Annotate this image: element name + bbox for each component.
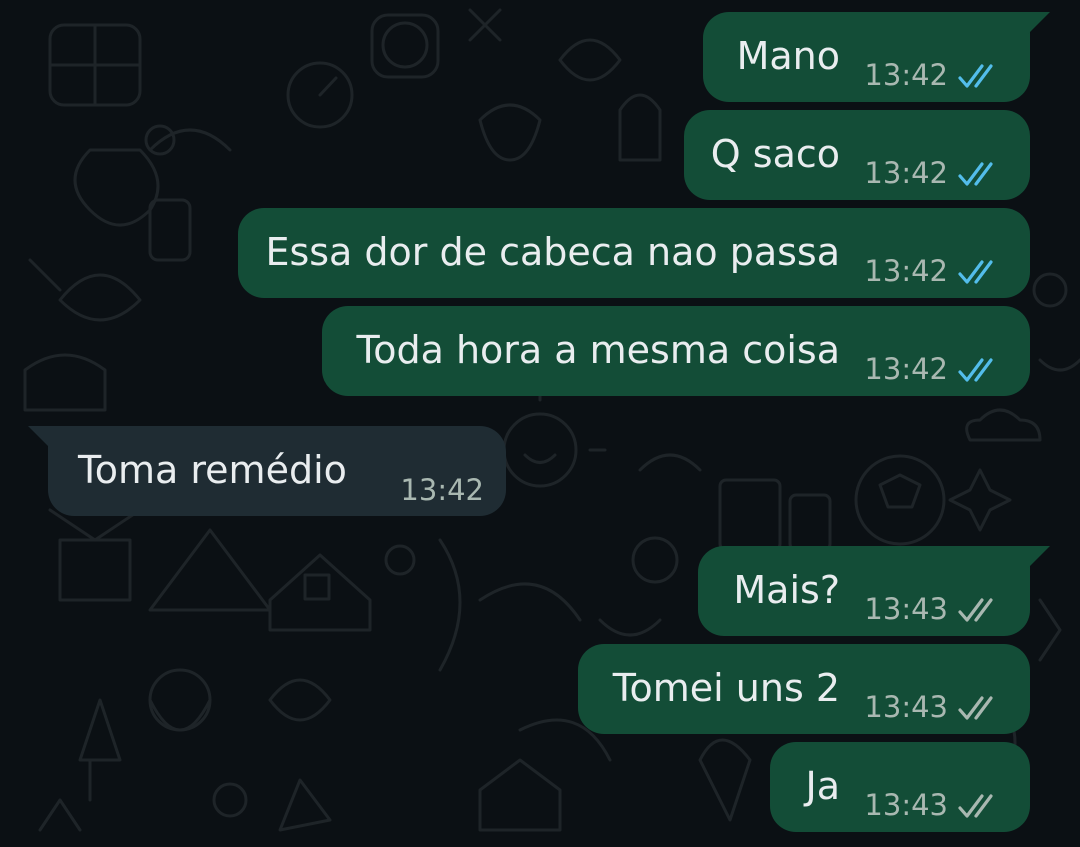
- bubble-tail: [1028, 12, 1050, 34]
- double-check-delivered-icon: [958, 598, 993, 622]
- double-check-read-icon: [958, 260, 993, 284]
- message-time: 13:42: [864, 156, 948, 190]
- message-time: 13:42: [400, 473, 484, 507]
- double-check-read-icon: [958, 64, 993, 88]
- message-text: Toma remédio: [78, 448, 347, 492]
- double-check-delivered-icon: [958, 794, 993, 818]
- chat-message-list[interactable]: Mano 13:42 Q saco 13:42 Essa dor de cabe…: [0, 0, 1080, 847]
- bubble-tail-shape: [1028, 546, 1050, 568]
- double-check-delivered-icon-stroke: [958, 794, 993, 818]
- double-check-read-icon-stroke: [958, 260, 993, 284]
- message-time: 13:43: [864, 690, 948, 724]
- outgoing-message-bubble[interactable]: Mano 13:42: [703, 12, 1050, 102]
- message-time: 13:43: [864, 592, 948, 626]
- double-check-read-icon-stroke: [958, 162, 993, 186]
- outgoing-message-bubble[interactable]: Mais? 13:43: [698, 546, 1050, 636]
- outgoing-message-bubble[interactable]: Q saco 13:42: [684, 110, 1030, 200]
- bubble-tail: [28, 426, 50, 448]
- double-check-read-icon: [958, 162, 993, 186]
- outgoing-message-bubble[interactable]: Toda hora a mesma coisa 13:42: [322, 306, 1030, 396]
- double-check-delivered-icon: [958, 696, 993, 720]
- message-time: 13:42: [864, 58, 948, 92]
- incoming-message-bubble[interactable]: Toma remédio 13:42: [28, 426, 506, 516]
- message-time: 13:42: [864, 352, 948, 386]
- double-check-read-icon-stroke: [958, 358, 993, 382]
- message-time: 13:43: [864, 788, 948, 822]
- message-text: Mano: [736, 34, 840, 78]
- bubble-tail-shape: [1028, 12, 1050, 34]
- message-text: Mais?: [733, 568, 840, 612]
- message-text: Ja: [805, 764, 841, 808]
- double-check-read-icon-stroke: [958, 64, 993, 88]
- bubble-tail: [1028, 546, 1050, 568]
- outgoing-message-bubble[interactable]: Essa dor de cabeca nao passa 13:42: [238, 208, 1030, 298]
- message-text: Tomei uns 2: [612, 666, 840, 710]
- message-text: Toda hora a mesma coisa: [356, 328, 840, 372]
- outgoing-message-bubble[interactable]: Ja 13:43: [770, 742, 1030, 832]
- outgoing-message-bubble[interactable]: Tomei uns 2 13:43: [578, 644, 1030, 734]
- message-time: 13:42: [864, 254, 948, 288]
- bubble-tail-shape: [28, 426, 50, 448]
- double-check-delivered-icon-stroke: [958, 598, 993, 622]
- double-check-read-icon: [958, 358, 993, 382]
- double-check-delivered-icon-stroke: [958, 696, 993, 720]
- message-text: Essa dor de cabeca nao passa: [265, 230, 840, 274]
- message-text: Q saco: [710, 132, 840, 176]
